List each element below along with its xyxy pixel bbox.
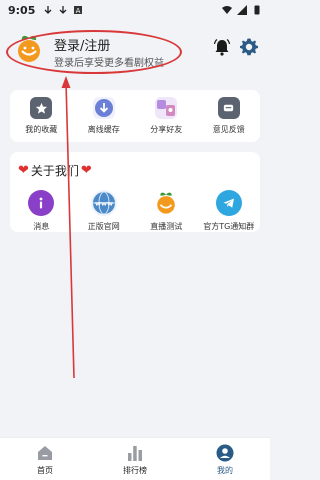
nav-ranking[interactable]: 排行榜 [90, 438, 180, 480]
notification-bell-icon[interactable] [213, 38, 231, 56]
live-test-label: 直播测试 [150, 222, 183, 231]
download-icon [92, 97, 115, 119]
download-notification-icon [44, 6, 52, 14]
telegram-icon [215, 190, 242, 216]
nav-mine-label: 我的 [217, 466, 233, 475]
share-icon [155, 97, 178, 119]
feedback-label: 意见反馈 [212, 125, 245, 134]
favorites-button[interactable]: 我的收藏 [10, 97, 72, 135]
about-us-card: ❤ 关于我们 ❤ 消息 www 正版官网 直播测试 官方TG通知群 [10, 152, 260, 232]
home-icon [38, 446, 52, 460]
download-notification-icon [59, 6, 67, 14]
login-benefits-text: 登录后享受更多看剧权益 [54, 58, 164, 69]
www-icon: www [90, 190, 117, 216]
bottom-navigation: 首页 排行榜 我的 [0, 437, 270, 480]
quick-menu-card: 我的收藏 离线缓存 分享好友 意见反馈 [10, 90, 260, 142]
official-website-button[interactable]: www 正版官网 [73, 190, 135, 232]
official-website-label: 正版官网 [87, 222, 120, 231]
svg-text:www: www [95, 200, 113, 208]
heart-icon: ❤ [18, 163, 29, 178]
share-friends-button[interactable]: 分享好友 [135, 97, 197, 135]
login-register-link[interactable]: 登录/注册 [54, 35, 110, 54]
nav-ranking-label: 排行榜 [123, 466, 147, 475]
orange-logo-icon[interactable] [14, 34, 44, 64]
account-header: 登录/注册 登录后享受更多看剧权益 [0, 24, 270, 84]
app-notification-icon: A [74, 6, 83, 15]
nav-home-label: 首页 [37, 466, 53, 475]
nav-mine[interactable]: 我的 [180, 438, 270, 480]
telegram-group-button[interactable]: 官方TG通知群 [198, 190, 260, 232]
feedback-button[interactable]: 意见反馈 [198, 97, 260, 135]
favorites-label: 我的收藏 [25, 125, 58, 134]
status-bar: 9:05 A [0, 0, 270, 20]
heart-icon: ❤ [80, 163, 92, 178]
share-friends-label: 分享好友 [150, 125, 183, 134]
feedback-icon [217, 97, 240, 119]
messages-label: 消息 [33, 222, 50, 231]
signal-icon [237, 5, 247, 15]
live-test-button[interactable]: 直播测试 [135, 190, 197, 232]
orange-logo-icon [153, 190, 179, 216]
profile-icon [216, 444, 234, 462]
star-icon [30, 97, 53, 119]
settings-gear-icon[interactable] [239, 37, 259, 57]
battery-icon [254, 5, 260, 15]
ranking-icon [128, 446, 142, 461]
nav-home[interactable]: 首页 [0, 438, 90, 480]
wifi-icon [222, 6, 232, 14]
telegram-group-label: 官方TG通知群 [203, 222, 255, 231]
notification-icons: A [43, 5, 83, 15]
svg-text:A: A [76, 7, 81, 15]
info-icon [28, 190, 55, 216]
status-time: 9:05 [8, 3, 36, 17]
offline-cache-label: 离线缓存 [87, 125, 120, 134]
about-us-heading: ❤ 关于我们 ❤ [18, 162, 92, 179]
about-us-title: 关于我们 [30, 164, 79, 178]
messages-button[interactable]: 消息 [10, 190, 72, 232]
offline-cache-button[interactable]: 离线缓存 [73, 97, 135, 135]
